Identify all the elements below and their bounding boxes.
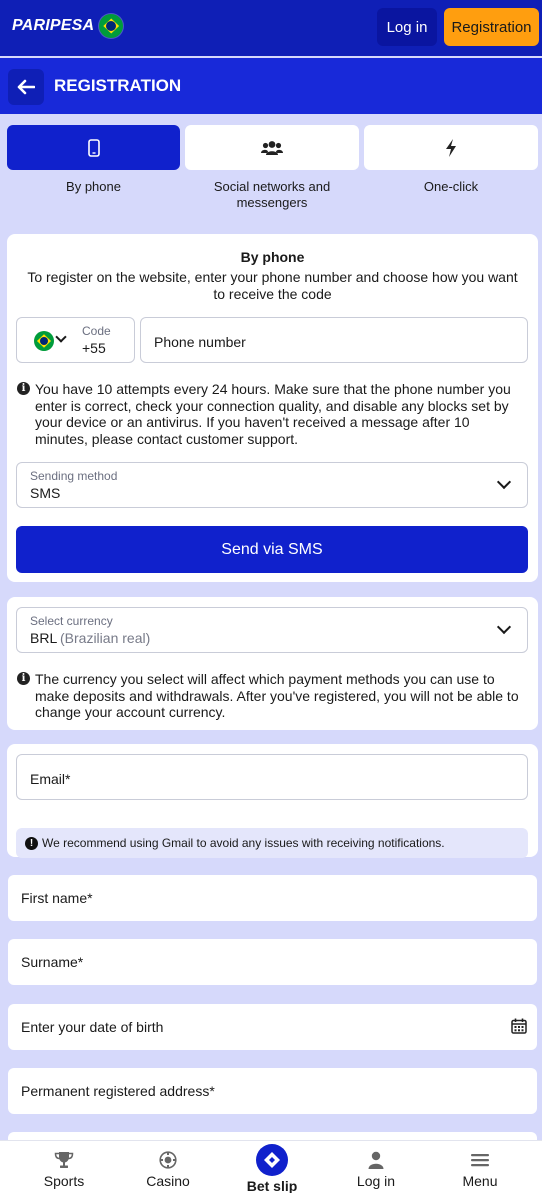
top-header: PARIPESA Log in Registration — [0, 0, 542, 56]
nav-label-sports: Sports — [43, 1173, 85, 1189]
currency-name: (Brazilian real) — [60, 630, 151, 646]
currency-label: Select currency — [30, 614, 113, 628]
tab-label-by-phone[interactable]: By phone — [7, 179, 180, 195]
send-via-sms-button[interactable]: Send via SMS — [16, 526, 528, 573]
date-of-birth-input[interactable]: Enter your date of birth — [8, 1004, 537, 1050]
currency-note: The currency you select will affect whic… — [35, 671, 519, 720]
info-icon: i — [17, 382, 30, 395]
surname-input[interactable]: Surname* — [8, 939, 537, 985]
sending-method-label: Sending method — [30, 469, 118, 483]
smartphone-icon — [87, 138, 100, 157]
sending-method-select[interactable]: Sending method SMS — [16, 462, 528, 508]
surname-placeholder: Surname* — [21, 954, 84, 970]
login-button[interactable]: Log in — [377, 8, 437, 46]
attempts-note: You have 10 attempts every 24 hours. Mak… — [35, 381, 511, 447]
brazil-flag-icon — [99, 14, 124, 38]
tab-by-phone[interactable] — [7, 125, 180, 170]
lightning-icon — [446, 138, 456, 157]
tab-social-networks[interactable] — [185, 125, 359, 170]
email-input[interactable]: Email* — [16, 754, 528, 800]
chevron-down-icon — [496, 474, 512, 490]
nav-log-in[interactable]: Log in — [326, 1141, 426, 1193]
address-placeholder: Permanent registered address* — [21, 1083, 215, 1099]
currency-select[interactable]: Select currency BRL (Brazilian real) — [16, 607, 528, 653]
first-name-placeholder: First name* — [21, 890, 93, 906]
nav-bet-slip[interactable]: Bet slip — [222, 1141, 322, 1193]
casino-chip-icon — [159, 1151, 177, 1169]
code-label: Code — [82, 324, 111, 338]
nav-label-menu: Menu — [462, 1173, 498, 1189]
back-button[interactable] — [8, 69, 44, 105]
tab-one-click[interactable] — [364, 125, 538, 170]
gmail-recommendation: ! We recommend using Gmail to avoid any … — [16, 828, 528, 858]
alert-icon: ! — [25, 837, 38, 850]
trophy-icon — [54, 1152, 74, 1168]
page-title: REGISTRATION — [54, 76, 182, 95]
nav-label-casino: Casino — [146, 1173, 190, 1189]
brazil-flag-icon — [34, 331, 54, 351]
calendar-icon[interactable] — [511, 1018, 527, 1034]
phone-registration-card: By phone To register on the website, ent… — [7, 234, 538, 582]
first-name-input[interactable]: First name* — [8, 875, 537, 921]
chevron-down-icon — [496, 619, 512, 635]
page-titlebar: REGISTRATION — [0, 58, 542, 114]
phone-number-placeholder: Phone number — [154, 334, 246, 350]
logo[interactable]: PARIPESA — [12, 14, 124, 38]
registration-button[interactable]: Registration — [444, 8, 539, 46]
chevron-down-icon — [55, 331, 67, 343]
card-description: To register on the website, enter your p… — [27, 269, 518, 302]
email-placeholder: Email* — [30, 771, 71, 787]
currency-code: BRL — [30, 630, 58, 646]
card-heading: By phone — [240, 249, 305, 265]
bottom-navigation: Sports Casino Bet slip Log in Menu — [0, 1140, 542, 1193]
tab-label-social-networks[interactable]: Social networks and messengers — [198, 179, 346, 211]
arrow-left-icon — [17, 79, 35, 95]
country-code-select[interactable]: Code +55 — [16, 317, 135, 363]
info-icon: i — [17, 672, 30, 685]
logo-text: PARIPESA — [12, 17, 95, 34]
nav-label-log-in: Log in — [356, 1173, 396, 1189]
hamburger-menu-icon — [471, 1154, 489, 1167]
currency-card: Select currency BRL (Brazilian real) i T… — [7, 597, 538, 730]
ticket-icon — [264, 1152, 280, 1168]
email-card: Email* ! We recommend using Gmail to avo… — [7, 744, 538, 858]
code-value: +55 — [82, 340, 106, 356]
phone-number-input[interactable]: Phone number — [140, 317, 528, 363]
users-icon — [261, 140, 283, 155]
tab-label-one-click[interactable]: One-click — [364, 179, 538, 195]
sending-method-value: SMS — [30, 485, 61, 501]
nav-casino[interactable]: Casino — [118, 1141, 218, 1193]
user-icon — [368, 1151, 384, 1169]
date-of-birth-placeholder: Enter your date of birth — [21, 1019, 164, 1035]
gmail-note-text: We recommend using Gmail to avoid any is… — [42, 836, 445, 850]
nav-sports[interactable]: Sports — [14, 1141, 114, 1193]
nav-menu[interactable]: Menu — [430, 1141, 530, 1193]
address-input[interactable]: Permanent registered address* — [8, 1068, 537, 1114]
nav-label-bet-slip: Bet slip — [246, 1178, 298, 1193]
